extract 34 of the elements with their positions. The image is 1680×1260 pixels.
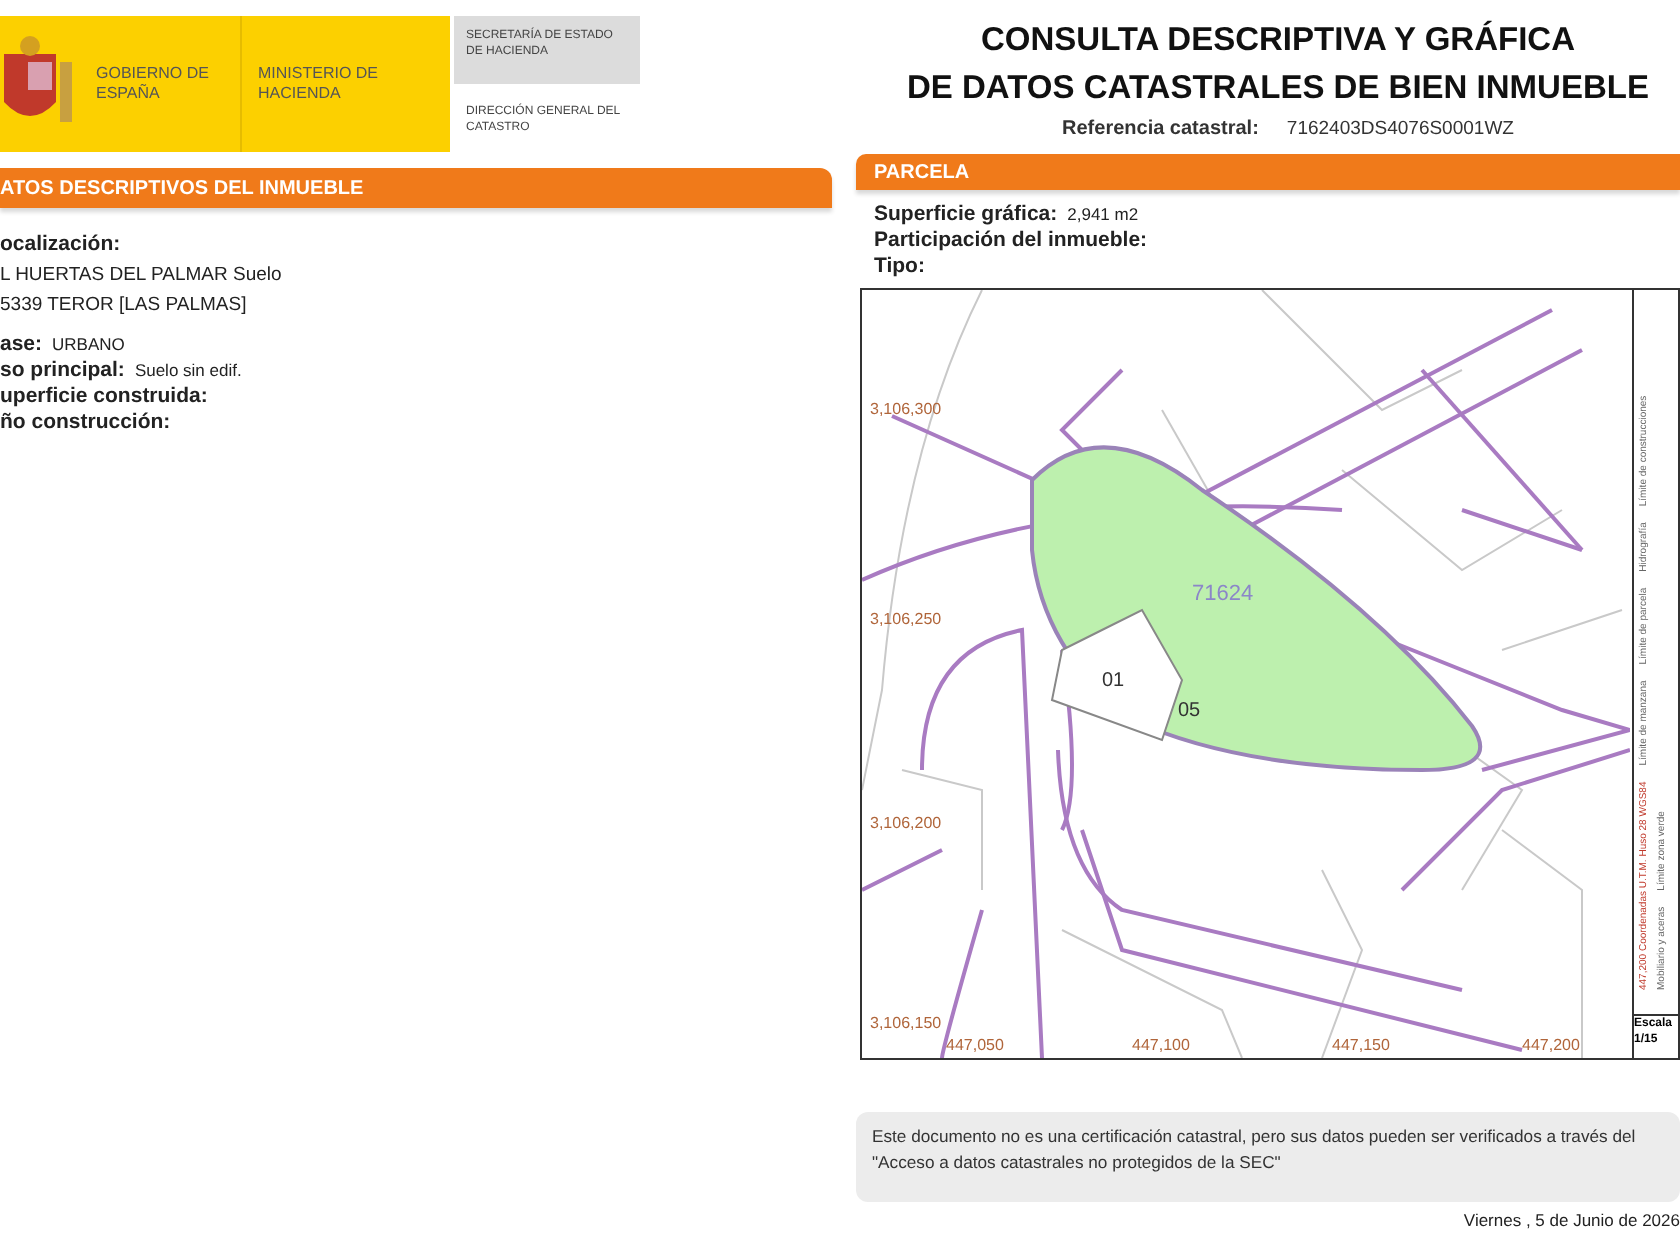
field-value: Suelo sin edif. — [134, 360, 242, 380]
document-title: DE DATOS CATASTRALES DE BIEN INMUEBLE — [907, 68, 1649, 110]
field-label: Superficie gráfica: — [874, 202, 1058, 226]
field-label: ase: — [0, 332, 43, 356]
section-header: ATOS DESCRIPTIVOS DEL INMUEBLE — [0, 168, 832, 208]
field-label: so principal: — [0, 358, 125, 382]
field-value: URBANO — [52, 334, 125, 354]
field-label: uperficie construida: — [0, 384, 208, 408]
reference-label: Referencia catastral: — [1062, 118, 1259, 140]
coordinate-label: 3,106,150 — [870, 1014, 942, 1032]
reference-value: 7162403DS4076S0001WZ — [1286, 118, 1514, 140]
disclaimer-note: Este documento no es una certificación catastral, pero sus datos pueden ser verificados a través del "Acceso a datos catastrales no protegidos de la SEC" — [856, 1112, 1680, 1202]
field-value: L HUERTAS DEL PALMAR Suelo — [0, 262, 284, 290]
plot-number: 01 — [1102, 670, 1125, 692]
field-label: Participación del inmueble: — [874, 228, 1148, 252]
coordinate-label: 3,106,200 — [870, 814, 942, 832]
document-title: CONSULTA DESCRIPTIVA Y GRÁFICA — [980, 18, 1576, 62]
field-label: ocalización: — [0, 232, 121, 256]
plot-number: 05 — [1178, 700, 1201, 722]
coordinate-label: 3,106,250 — [870, 610, 942, 628]
field-label: ño construcción: — [0, 410, 171, 434]
coordinate-label: 447,050 — [946, 1036, 1004, 1054]
block-number: 71624 — [1192, 582, 1254, 606]
coordinate-label: 3,106,300 — [870, 400, 942, 418]
section-header: PARCELA — [856, 154, 1680, 190]
ministry-name: MINISTERIO DE HACIENDA — [258, 64, 381, 104]
field-value: 5339 TEROR [LAS PALMAS] — [0, 292, 249, 320]
field-value: 2,941 m2 — [1067, 204, 1139, 224]
coordinate-label: 447,150 — [1332, 1036, 1390, 1054]
field-label: Tipo: — [874, 254, 925, 278]
coordinate-label: 447,200 — [1522, 1036, 1580, 1054]
government-name: GOBIERNO DE ESPAÑA — [96, 64, 211, 104]
coordinate-label: 447,100 — [1132, 1036, 1190, 1054]
document-date: Viernes , 5 de Junio de 2026 — [1461, 1210, 1680, 1230]
